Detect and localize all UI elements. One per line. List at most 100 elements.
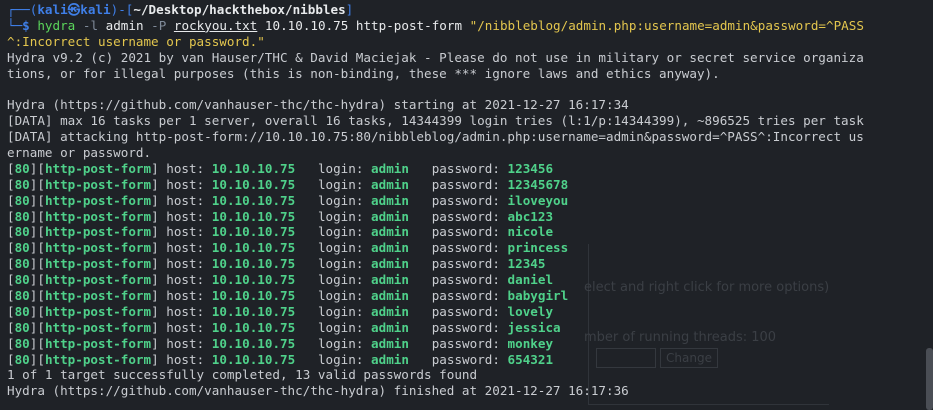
- result-separator: [363, 224, 371, 239]
- result-separator: [204, 240, 212, 255]
- result-separator: [363, 193, 371, 208]
- result-separator: [204, 352, 212, 367]
- result-service: http-post-form: [44, 319, 152, 335]
- result-host: 10.10.10.75: [211, 192, 296, 208]
- result-separator: [204, 288, 212, 303]
- result-separator: [204, 256, 212, 271]
- result-separator: [500, 209, 508, 224]
- result-label: host:: [166, 160, 205, 176]
- result-port: 80: [14, 208, 30, 224]
- result-label: password:: [431, 256, 500, 272]
- result-separator: [500, 352, 508, 367]
- result-service: http-post-form: [44, 160, 152, 176]
- result-separator: [363, 209, 371, 224]
- result-separator: [: [7, 272, 15, 288]
- result-service: http-post-form: [44, 192, 152, 208]
- found-password: 12345: [507, 256, 546, 272]
- result-label: host:: [166, 335, 205, 351]
- result-separator: [363, 320, 371, 335]
- result-host: 10.10.10.75: [211, 288, 296, 304]
- result-label: login:: [317, 303, 364, 319]
- result-login: admin: [371, 256, 409, 272]
- result-separator: [500, 240, 508, 255]
- terminal[interactable]: ┌──(kali㉿kali)-[~/Desktop/hackthebox/nib…: [0, 0, 933, 410]
- command-name: hydra: [37, 17, 76, 33]
- result-label: password:: [431, 176, 500, 192]
- command-line: └─$ hydra -l admin -P rockyou.txt 10.10.…: [7, 17, 864, 33]
- result-separator: ][: [29, 224, 45, 240]
- result-separator: [295, 224, 318, 239]
- result-separator: ][: [29, 351, 45, 367]
- result-separator: [500, 193, 508, 208]
- result-separator: [295, 177, 318, 192]
- result-label: host:: [166, 319, 205, 335]
- result-label: host:: [166, 256, 205, 272]
- result-host: 10.10.10.75: [211, 256, 296, 272]
- result-label: host:: [166, 192, 205, 208]
- result-host: 10.10.10.75: [211, 303, 296, 319]
- result-separator: [204, 177, 212, 192]
- result-separator: [500, 177, 508, 192]
- result-service: http-post-form: [44, 351, 152, 367]
- prompt-user: kali㉿kali: [37, 2, 111, 17]
- result-separator: ][: [29, 256, 45, 272]
- result-label: host:: [166, 351, 205, 367]
- summary-line: 1 of 1 target successfully completed, 13…: [7, 367, 478, 383]
- result-separator: ]: [151, 335, 167, 351]
- result-separator: ]: [151, 176, 167, 192]
- result-host: 10.10.10.75: [211, 319, 296, 335]
- result-separator: [: [7, 351, 15, 367]
- result-label: host:: [166, 303, 205, 319]
- result-label: password:: [431, 160, 500, 176]
- result-separator: [363, 161, 371, 176]
- result-host: 10.10.10.75: [211, 160, 296, 176]
- result-separator: [500, 320, 508, 335]
- result-row: [80][http-post-form] host: 10.10.10.75 l…: [7, 336, 933, 352]
- result-label: login:: [317, 319, 364, 335]
- result-separator: [409, 177, 432, 192]
- result-row: [80][http-post-form] host: 10.10.10.75 l…: [7, 161, 933, 177]
- result-login: admin: [371, 319, 409, 335]
- result-separator: [409, 256, 432, 271]
- result-row: [80][http-post-form] host: 10.10.10.75 l…: [7, 304, 933, 320]
- data-line: [DATA] max 16 tasks per 1 server, overal…: [7, 113, 864, 129]
- found-password: 654321: [507, 351, 554, 367]
- result-separator: [: [7, 319, 15, 335]
- result-separator: ]: [151, 351, 167, 367]
- result-separator: [363, 272, 371, 287]
- result-separator: [409, 352, 432, 367]
- starting-line: Hydra (https://github.com/vanhauser-thc/…: [7, 97, 629, 113]
- terminal-scrollbar[interactable]: [926, 348, 933, 410]
- result-separator: [204, 193, 212, 208]
- result-label: host:: [166, 208, 205, 224]
- result-separator: [500, 288, 508, 303]
- result-label: password:: [431, 272, 500, 288]
- found-password: abc123: [507, 208, 554, 224]
- result-separator: [295, 320, 318, 335]
- result-port: 80: [14, 240, 30, 256]
- result-label: login:: [317, 192, 364, 208]
- found-password: babygirl: [507, 288, 569, 304]
- result-separator: [500, 224, 508, 239]
- result-service: http-post-form: [44, 272, 152, 288]
- result-separator: ][: [29, 335, 45, 351]
- result-label: password:: [431, 319, 500, 335]
- result-separator: [204, 272, 212, 287]
- result-login: admin: [371, 272, 409, 288]
- result-login: admin: [371, 240, 409, 256]
- result-row: [80][http-post-form] host: 10.10.10.75 l…: [7, 177, 933, 193]
- result-separator: ]: [151, 256, 167, 272]
- result-separator: ][: [29, 160, 45, 176]
- form-string: "/nibbleblog/admin.php:username=admin&pa…: [469, 17, 864, 33]
- result-separator: [295, 336, 318, 351]
- result-separator: [409, 320, 432, 335]
- result-row: [80][http-post-form] host: 10.10.10.75 l…: [7, 288, 933, 304]
- result-row: [80][http-post-form] host: 10.10.10.75 l…: [7, 256, 933, 272]
- result-port: 80: [14, 160, 30, 176]
- result-service: http-post-form: [44, 224, 152, 240]
- result-label: password:: [431, 288, 500, 304]
- result-label: password:: [431, 192, 500, 208]
- result-login: admin: [371, 335, 409, 351]
- result-separator: [204, 304, 212, 319]
